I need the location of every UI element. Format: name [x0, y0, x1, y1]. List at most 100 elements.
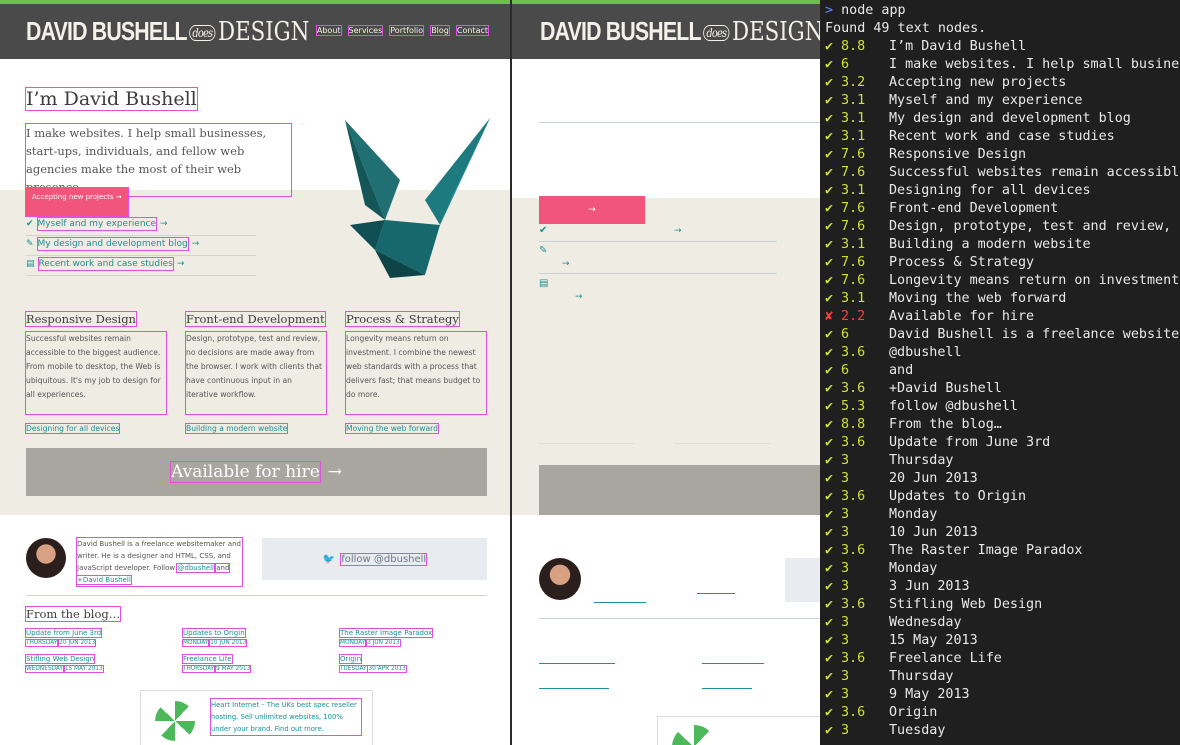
- site-logo[interactable]: DAVID BUSHELL does DESIGN: [26, 16, 309, 47]
- service-link[interactable]: Moving the web forward: [345, 423, 439, 434]
- post-date: 20 Jun 2013: [58, 639, 97, 647]
- post-title[interactable]: Stifling Web Design: [24, 654, 96, 664]
- contrast-score: 3.1: [841, 129, 866, 144]
- terminal-result-line: ✔ 3.1 Building a modern website: [825, 237, 1091, 252]
- blog-post[interactable]: Update from June 3rd Thursday 20 Jun 2013: [24, 628, 183, 648]
- text-node-content: 9 May 2013: [889, 687, 970, 702]
- advert-text[interactable]: Heart Internet – The UKs best spec resel…: [210, 698, 362, 736]
- check-icon: ✔: [825, 561, 834, 576]
- follow-twitter-button[interactable]: 🐦 follow @dbushell: [262, 538, 487, 580]
- post-title[interactable]: Freelance Life: [182, 654, 233, 664]
- accepting-projects-button[interactable]: →: [539, 196, 645, 224]
- terminal-result-line: ✔ 3.1 My design and development blog: [825, 111, 1131, 126]
- blog-post[interactable]: The Raster Image Paradox Monday 3 Jun 201…: [338, 628, 487, 648]
- terminal-result-line: ✔ 3 Monday: [825, 507, 937, 522]
- contrast-score: 3.1: [841, 183, 866, 198]
- accepting-projects-button[interactable]: Accepting new projects →: [25, 187, 129, 217]
- check-icon: ✔: [825, 345, 834, 360]
- check-icon: ✔: [825, 615, 834, 630]
- post-day: Monday: [338, 639, 367, 647]
- nav-contact[interactable]: Contact: [455, 25, 490, 36]
- service-column: Responsive Design Successful websites re…: [24, 311, 167, 435]
- text-node-content: Front-end Development: [889, 201, 1059, 216]
- post-title[interactable]: The Raster Image Paradox: [338, 628, 434, 638]
- contrast-score: 7.6: [841, 273, 866, 288]
- service-link[interactable]: Designing for all devices: [24, 423, 121, 434]
- text-node-content: Recent work and case studies: [889, 129, 1115, 144]
- post-title[interactable]: Origin: [338, 654, 363, 664]
- check-icon: ✔: [825, 237, 834, 252]
- text-node-content: Building a modern website: [889, 237, 1091, 252]
- terminal-window[interactable]: > node app Found 49 text nodes. ✔ 8.8 I’m …: [820, 0, 1180, 745]
- post-title[interactable]: Update from June 3rd: [24, 628, 103, 638]
- check-icon: ✔: [825, 543, 834, 558]
- arrow-right-icon: →: [588, 205, 596, 215]
- text-node-content: David Bushell is a freelance websiter: [889, 327, 1180, 342]
- bio-gplus-link[interactable]: +David Bushell: [76, 575, 132, 585]
- contrast-score: 3.1: [841, 93, 866, 108]
- nav-portfolio[interactable]: Portfolio: [389, 25, 425, 36]
- terminal-result-line: ✔ 3.1 Moving the web forward: [825, 291, 1066, 306]
- text-node-content: The Raster Image Paradox: [889, 543, 1083, 558]
- contrast-score: 3.6: [841, 651, 866, 666]
- blog-post[interactable]: Freelance Life Thursday 9 May 2013: [181, 654, 340, 674]
- check-icon: ✔: [825, 327, 834, 342]
- advert-box[interactable]: Heart Internet – The UKs best spec resel…: [140, 690, 373, 745]
- contrast-score: 3: [841, 723, 850, 738]
- service-column: Front-end Development Design, prototype,…: [184, 311, 327, 435]
- site-header: DAVID BUSHELL does DESIGN About Services P…: [0, 4, 510, 59]
- link-work[interactable]: ▤ Recent work and case studies →: [26, 256, 256, 276]
- blog-post[interactable]: Stifling Web Design Wednesday 15 May 2013: [24, 654, 183, 674]
- terminal-result-line: ✔ 3.6 Update from June 3rd: [825, 435, 1050, 450]
- contrast-score: 6: [841, 57, 850, 72]
- contrast-score: 7.6: [841, 147, 866, 162]
- logo-design: DESIGN: [217, 17, 310, 47]
- terminal-result-line: ✔ 7.6 Successful websites remain accessibl…: [825, 165, 1180, 180]
- hero-title: I’m David Bushell: [25, 87, 198, 111]
- terminal-result-line: ✔ 3.1 Recent work and case studies: [825, 129, 1115, 144]
- blog-post[interactable]: Updates to Origin Monday 10 Jun 2013: [181, 628, 340, 648]
- contrast-score: 3.6: [841, 381, 866, 396]
- blog-post[interactable]: Origin Tuesday 30 Apr 2013: [338, 654, 487, 674]
- bio-and: and: [215, 563, 231, 573]
- service-column: Process & Strategy Longevity means retur…: [345, 311, 487, 435]
- divider: [26, 595, 487, 596]
- available-for-hire-button[interactable]: [539, 465, 820, 515]
- terminal-result-line: ✔ 3 20 Jun 2013: [825, 471, 978, 486]
- link-blog[interactable]: ✎ My design and development blog →: [26, 236, 256, 256]
- divider: [539, 443, 635, 444]
- service-text: Design, prototype, test and review, no d…: [185, 331, 327, 415]
- logo-design: DESIGN: [731, 17, 820, 47]
- hero-text: I make websites. I help small businesses…: [25, 123, 292, 197]
- terminal-result-line: ✔ 3 9 May 2013: [825, 687, 970, 702]
- link-myself[interactable]: ✔ Myself and my experience →: [26, 216, 256, 236]
- check-icon: ✔: [825, 471, 834, 486]
- text-node-content: Process & Strategy: [889, 255, 1035, 270]
- nav-blog[interactable]: Blog: [430, 25, 450, 36]
- bio-twitter-link[interactable]: @dbushell: [176, 563, 215, 573]
- check-icon: ✔: [26, 219, 34, 229]
- edit-icon: ✎: [26, 239, 34, 249]
- check-icon: ✔: [825, 669, 834, 684]
- text-node-content: Stifling Web Design: [889, 597, 1043, 612]
- link-blog-label: My design and development blog: [36, 237, 189, 251]
- nav-about[interactable]: About: [315, 25, 342, 36]
- nav-services[interactable]: Services: [347, 25, 384, 36]
- contrast-score: 3: [841, 669, 850, 684]
- contrast-score: 8.8: [841, 417, 866, 432]
- terminal-result-line: ✘ 2.2 Available for hire: [825, 309, 1034, 324]
- follow-twitter-button[interactable]: [785, 558, 820, 602]
- service-link[interactable]: Building a modern website: [184, 423, 289, 434]
- terminal-result-line: ✔ 3.6 +David Bushell: [825, 381, 1002, 396]
- check-icon: ✔: [825, 129, 834, 144]
- post-title[interactable]: Updates to Origin: [182, 628, 246, 638]
- arrow-right-icon: →: [575, 292, 583, 302]
- divider: [539, 273, 777, 274]
- text-node-content: Longevity means return on investment.: [889, 273, 1180, 288]
- terminal-result-line: ✔ 3.1 Designing for all devices: [825, 183, 1091, 198]
- contrast-score: 3: [841, 687, 850, 702]
- check-icon: ✔: [825, 399, 834, 414]
- available-for-hire-button[interactable]: Available for hire →: [26, 448, 487, 496]
- site-logo[interactable]: DAVID BUSHELL does DESIGN: [540, 16, 820, 47]
- text-node-content: and: [889, 363, 914, 378]
